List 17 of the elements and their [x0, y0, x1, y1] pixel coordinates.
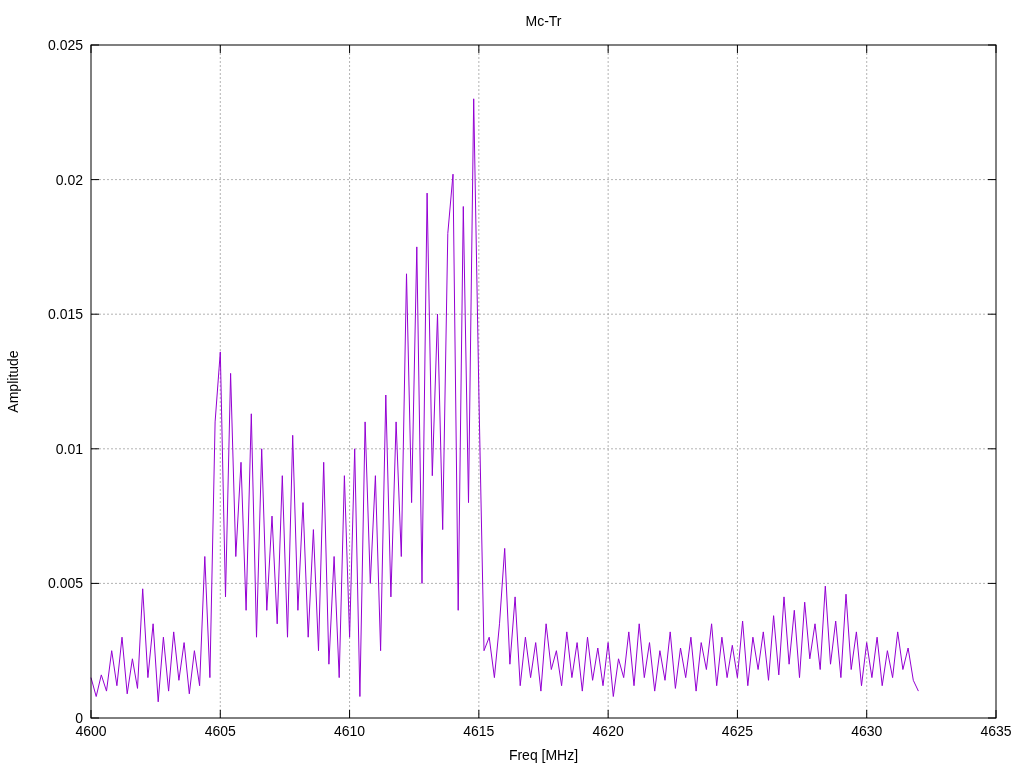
tick-label: 4600: [75, 723, 107, 739]
chart-title: Mc-Tr: [525, 13, 562, 29]
tick-label: 0.02: [55, 171, 83, 188]
tick-label: 0: [75, 710, 83, 726]
tick-label: 4625: [721, 723, 753, 739]
tick-label: 4610: [334, 723, 366, 739]
tick-label: 0.005: [47, 575, 83, 592]
tick-label: 0.015: [47, 306, 83, 323]
axis-title: Freq [MHz]: [508, 747, 579, 763]
tick-label: 0.025: [47, 37, 83, 53]
tick-label: 4635: [980, 723, 1012, 739]
tick-label: 4620: [592, 723, 624, 739]
tick-label: 4630: [851, 723, 883, 739]
axis-title: Amplitude: [5, 350, 21, 413]
tick-label: 4615: [463, 723, 495, 739]
tick-label: 0.01: [55, 440, 83, 457]
tick-label: 4605: [204, 723, 236, 739]
